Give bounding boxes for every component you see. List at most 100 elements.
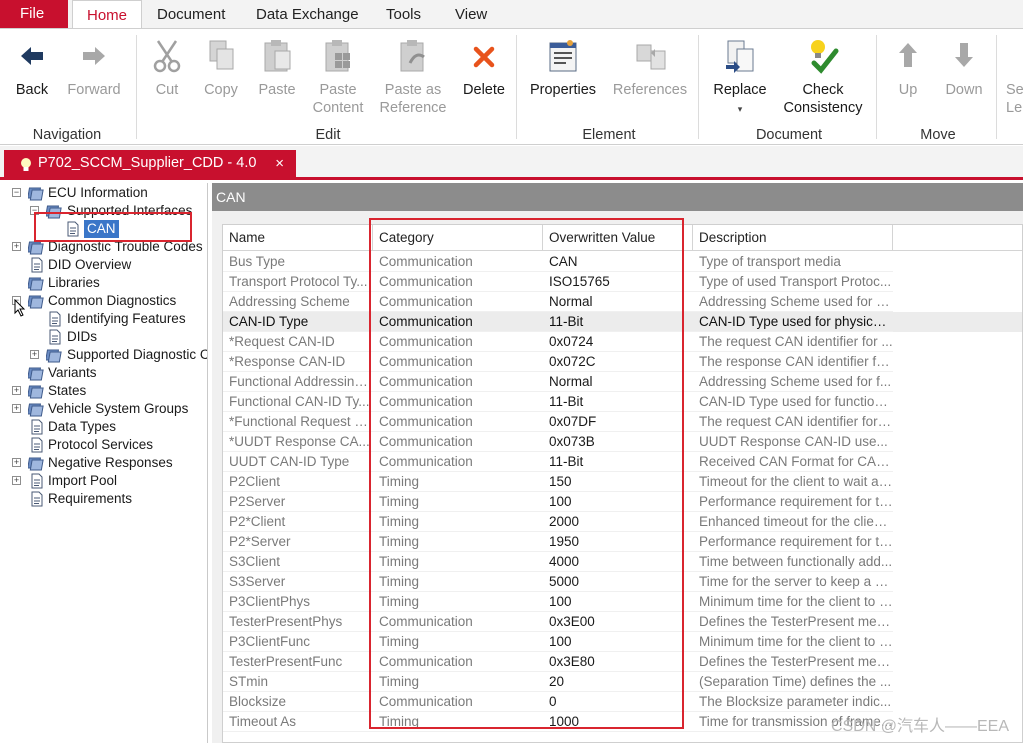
references-icon — [608, 37, 692, 75]
cell-description: Defines the TesterPresent mes... — [693, 612, 893, 632]
group-separator — [136, 35, 137, 139]
cell-name: STmin — [223, 672, 373, 692]
expand-icon[interactable]: + — [12, 404, 21, 413]
cell-name: S3Server — [223, 572, 373, 592]
cell-name: TesterPresentPhys — [223, 612, 373, 632]
forward-button[interactable]: Forward — [62, 37, 126, 99]
cell-description: Performance requirement for th... — [693, 492, 893, 512]
expand-icon[interactable]: + — [12, 386, 21, 395]
cell-name: Bus Type — [223, 252, 373, 272]
arrow-up-icon — [890, 37, 926, 75]
highlight-box-can-node — [34, 212, 192, 242]
paste-as-reference-button[interactable]: Paste as Reference — [376, 37, 450, 117]
document-tab-title: P702_SCCM_Supplier_CDD - 4.0 — [38, 155, 257, 171]
delete-button[interactable]: Delete — [458, 37, 510, 99]
tab-tools[interactable]: Tools — [386, 0, 421, 28]
cell-name: P2Server — [223, 492, 373, 512]
paste-reference-icon — [376, 37, 450, 75]
expand-icon[interactable]: + — [30, 350, 39, 359]
back-button[interactable]: Back — [10, 37, 54, 99]
paste-button[interactable]: Paste — [254, 37, 300, 99]
cut-button[interactable]: Cut — [146, 37, 188, 99]
references-button[interactable]: References — [608, 37, 692, 99]
cell-name: P2Client — [223, 472, 373, 492]
clipboard-icon — [254, 37, 300, 75]
cell-name: P3ClientPhys — [223, 592, 373, 612]
tab-document[interactable]: Document — [157, 0, 225, 28]
cell-name: *UUDT Response CA... — [223, 432, 373, 452]
cell-name: *Response CAN-ID — [223, 352, 373, 372]
file-menu-tab[interactable]: File — [0, 0, 68, 28]
group-label-navigation: Navigation — [32, 127, 102, 143]
check-consistency-icon — [780, 37, 866, 75]
cell-description: UUDT Response CAN-ID use... — [693, 432, 893, 452]
expand-icon[interactable]: + — [12, 242, 21, 251]
group-label-edit: Edit — [315, 127, 341, 143]
cell-description: Type of used Transport Protoc... — [693, 272, 893, 292]
arrow-down-icon — [940, 37, 988, 75]
book-stack-icon — [27, 185, 46, 206]
cell-name: *Functional Request C... — [223, 412, 373, 432]
tab-view[interactable]: View — [455, 0, 487, 28]
properties-icon — [526, 37, 600, 75]
cell-description: CAN-ID Type used for function... — [693, 392, 893, 412]
move-up-button[interactable]: Up — [890, 37, 926, 99]
group-separator — [996, 35, 997, 139]
cell-name: UUDT CAN-ID Type — [223, 452, 373, 472]
group-separator — [516, 35, 517, 139]
group-separator — [698, 35, 699, 139]
cell-description: Addressing Scheme used for f... — [693, 372, 893, 392]
cell-description: Addressing Scheme used for p... — [693, 292, 893, 312]
cell-name: Functional Addressing... — [223, 372, 373, 392]
cell-description: Time for the server to keep a di... — [693, 572, 893, 592]
expand-icon[interactable]: + — [12, 476, 21, 485]
navigation-tree: − ECU Information − Supported Interfaces… — [4, 183, 208, 743]
copy-button[interactable]: Copy — [198, 37, 244, 99]
lightbulb-icon — [20, 156, 32, 183]
mouse-cursor-icon — [14, 298, 26, 320]
highlight-box-columns — [369, 218, 684, 729]
scissors-icon — [146, 37, 188, 75]
cell-name: Transport Protocol Ty... — [223, 272, 373, 292]
cell-description: The request CAN identifier for ... — [693, 332, 893, 352]
arrow-right-icon — [62, 37, 126, 75]
clipped-ribbon-button[interactable]: Se Le — [1006, 81, 1023, 117]
cell-description: Minimum time for the client to w... — [693, 632, 893, 652]
cell-description: Performance requirement for th... — [693, 532, 893, 552]
cell-description: Received CAN Format for CAN... — [693, 452, 893, 472]
expand-icon[interactable]: + — [12, 458, 21, 467]
paste-content-icon — [308, 37, 368, 75]
paste-content-button[interactable]: Paste Content — [308, 37, 368, 117]
cell-description: Timeout for the client to wait aft... — [693, 472, 893, 492]
cell-name: Functional CAN-ID Ty... — [223, 392, 373, 412]
properties-button[interactable]: Properties — [526, 37, 600, 99]
check-consistency-button[interactable]: Check Consistency — [780, 37, 866, 117]
replace-icon — [708, 37, 772, 75]
column-header-name[interactable]: Name — [223, 225, 373, 251]
document-tab-bar: P702_SCCM_Supplier_CDD - 4.0 × — [0, 146, 1023, 180]
group-label-element: Element — [582, 127, 636, 143]
cell-description: The response CAN identifier fo... — [693, 352, 893, 372]
cell-name: Timeout As — [223, 712, 373, 732]
replace-button[interactable]: Replace ▾ — [708, 37, 772, 118]
cell-name: P2*Server — [223, 532, 373, 552]
tab-data-exchange[interactable]: Data Exchange — [256, 0, 359, 28]
cell-name: P3ClientFunc — [223, 632, 373, 652]
cell-description: Minimum time for the client to w... — [693, 592, 893, 612]
move-down-button[interactable]: Down — [940, 37, 988, 99]
cell-description: Defines the TesterPresent mes... — [693, 652, 893, 672]
cell-name: S3Client — [223, 552, 373, 572]
document-tab[interactable]: P702_SCCM_Supplier_CDD - 4.0 × — [4, 150, 296, 177]
column-header-description[interactable]: Description — [693, 225, 893, 251]
close-tab-icon[interactable]: × — [275, 150, 284, 177]
group-label-move: Move — [920, 127, 956, 143]
document-icon — [30, 491, 44, 512]
watermark-text: CSDN @汽车人——EEA — [830, 718, 1009, 735]
ribbon-toolbar: Back Forward Navigation Cut Copy Paste P… — [0, 28, 1023, 145]
cell-description: Enhanced timeout for the client ... — [693, 512, 893, 532]
tab-home[interactable]: Home — [72, 0, 143, 29]
cell-name: TesterPresentFunc — [223, 652, 373, 672]
ribbon-tab-bar: File Home Document Data Exchange Tools V… — [0, 0, 1023, 29]
cell-description: Time between functionally add... — [693, 552, 893, 572]
collapse-icon[interactable]: − — [12, 188, 21, 197]
